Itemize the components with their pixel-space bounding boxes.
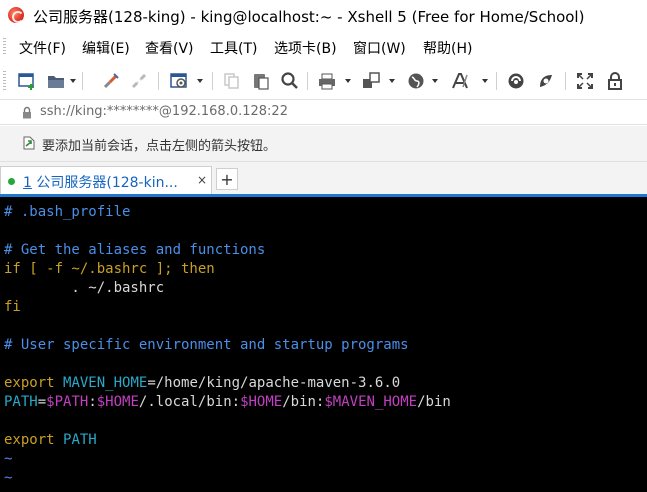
paste-icon[interactable] (250, 70, 272, 92)
add-session-arrow-icon[interactable] (22, 136, 36, 150)
var-ref: $HOME (96, 394, 139, 410)
terminal-area[interactable]: # .bash_profile # Get the aliases and fu… (0, 197, 647, 492)
terminal-line: export PATH (4, 431, 97, 450)
find-icon[interactable] (279, 70, 301, 92)
disconnect-icon[interactable] (128, 70, 150, 92)
menubar-grip[interactable] (3, 38, 6, 56)
env-var-value: =/home/king/apache-maven-3.6.0 (147, 375, 401, 391)
env-var-name: PATH (63, 432, 97, 448)
terminal-line: export MAVEN_HOME=/home/king/apache-mave… (4, 374, 400, 393)
tab-label[interactable]: 1 公司服务器(128-kin... (23, 172, 178, 192)
new-tab-button[interactable]: + (216, 168, 238, 190)
print-dropdown-icon[interactable] (345, 79, 351, 83)
toolbar-separator (82, 72, 83, 90)
path-sep: : (88, 394, 97, 410)
tab-close-icon[interactable]: × (197, 173, 207, 187)
hint-bar: 要添加当前会话，点击左侧的箭头按钮。 (0, 126, 647, 162)
menu-bar: 文件(F) 编辑(E) 查看(V) 工具(T) 选项卡(B) 窗口(W) 帮助(… (0, 33, 647, 61)
toolbar-separator (212, 72, 213, 90)
path-var-name: PATH (4, 394, 38, 410)
toolbar-separator (496, 72, 497, 90)
menu-help[interactable]: 帮助(H) (423, 38, 472, 58)
toolbar-separator (158, 72, 159, 90)
vim-empty-line-marker: ~ (4, 451, 13, 467)
menu-window[interactable]: 窗口(W) (353, 38, 406, 58)
globe-dropdown-icon[interactable] (432, 79, 438, 83)
open-dropdown-icon[interactable] (70, 79, 76, 83)
properties-icon[interactable] (168, 70, 190, 92)
var-ref: $PATH (46, 394, 89, 410)
window-title: 公司服务器(128-king) - king@localhost:~ - Xsh… (33, 8, 585, 26)
address-bar[interactable]: ssh://king:********@192.168.0.128:22 (0, 99, 647, 125)
font-icon[interactable] (449, 70, 471, 92)
var-ref: $MAVEN_HOME (324, 394, 418, 410)
path-segment: /.local/bin: (138, 394, 241, 410)
address-lock-icon (22, 106, 32, 119)
toolbar-separator (565, 72, 566, 90)
toolbar-separator (307, 72, 308, 90)
tab-title: 公司服务器(128-kin... (36, 175, 178, 191)
assign-op: = (37, 394, 47, 410)
menu-file[interactable]: 文件(F) (19, 38, 66, 58)
toolbar (0, 63, 647, 99)
connection-status-dot-icon (8, 178, 15, 185)
tab-number: 1 (23, 175, 32, 191)
transfer-dropdown-icon[interactable] (389, 79, 395, 83)
menu-view[interactable]: 查看(V) (145, 38, 194, 58)
terminal-line: PATH=$PATH:$HOME/.local/bin:$HOME/bin:$M… (4, 393, 451, 412)
terminal-line: # .bash_profile (4, 204, 131, 220)
terminal-line: if [ -f ~/.bashrc ]; then (4, 261, 215, 277)
menu-tabs[interactable]: 选项卡(B) (274, 38, 337, 58)
connect-icon[interactable] (100, 70, 122, 92)
path-segment: /bin (417, 394, 451, 410)
menu-edit[interactable]: 编辑(E) (82, 38, 130, 58)
terminal-line: # Get the aliases and functions (4, 242, 266, 258)
toolbar-grip[interactable] (3, 71, 6, 91)
session-address[interactable]: ssh://king:********@192.168.0.128:22 (40, 104, 288, 119)
fullscreen-icon[interactable] (574, 70, 596, 92)
transfer-icon[interactable] (360, 70, 382, 92)
terminal-line: fi (4, 299, 21, 315)
hint-text: 要添加当前会话，点击左侧的箭头按钮。 (42, 139, 277, 154)
session-tab[interactable]: 1 公司服务器(128-kin... × (0, 166, 212, 194)
title-bar: 公司服务器(128-king) - king@localhost:~ - Xsh… (0, 0, 647, 30)
new-session-icon[interactable] (16, 70, 38, 92)
properties-dropdown-icon[interactable] (197, 79, 203, 83)
export-keyword: export (4, 432, 55, 448)
copy-icon[interactable] (221, 70, 243, 92)
tab-bar: 1 公司服务器(128-kin... × + (0, 162, 647, 197)
globe-icon[interactable] (405, 70, 427, 92)
xshell-logo-icon (8, 7, 24, 23)
export-keyword: export (4, 375, 55, 391)
vim-empty-line-marker: ~ (4, 470, 13, 486)
open-folder-icon[interactable] (45, 70, 67, 92)
terminal-line: . ~/.bashrc (4, 280, 165, 296)
print-icon[interactable] (316, 70, 338, 92)
lock-icon[interactable] (604, 70, 626, 92)
xmanager-icon[interactable] (535, 70, 557, 92)
font-dropdown-icon[interactable] (482, 79, 488, 83)
path-segment: /bin: (282, 394, 325, 410)
env-var-name: MAVEN_HOME (63, 375, 148, 391)
menu-tools[interactable]: 工具(T) (210, 38, 257, 58)
terminal-line: # User specific environment and startup … (4, 337, 409, 353)
var-ref: $HOME (240, 394, 283, 410)
xftp-icon[interactable] (505, 70, 527, 92)
